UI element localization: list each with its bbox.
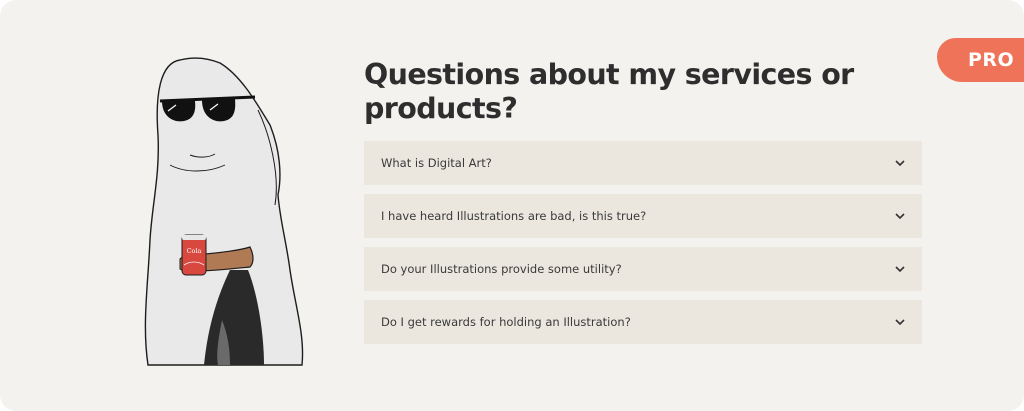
chevron-down-icon[interactable] — [894, 263, 906, 275]
faq-list: What is Digital Art? I have heard Illust… — [364, 141, 922, 353]
faq-item-digital-art[interactable]: What is Digital Art? — [364, 141, 922, 185]
faq-item-illustrations-utility[interactable]: Do your Illustrations provide some utili… — [364, 247, 922, 291]
faq-item-illustrations-bad[interactable]: I have heard Illustrations are bad, is t… — [364, 194, 922, 238]
chevron-down-icon[interactable] — [894, 210, 906, 222]
chevron-down-icon[interactable] — [894, 157, 906, 169]
faq-question: Do I get rewards for holding an Illustra… — [381, 315, 631, 329]
faq-question: I have heard Illustrations are bad, is t… — [381, 209, 647, 223]
faq-question: What is Digital Art? — [381, 156, 492, 170]
pro-badge[interactable]: PRO — [937, 38, 1024, 82]
faq-item-rewards[interactable]: Do I get rewards for holding an Illustra… — [364, 300, 922, 344]
ghost-illustration: Cola — [144, 57, 304, 366]
faq-question: Do your Illustrations provide some utili… — [381, 262, 622, 276]
can-label: Cola — [187, 247, 202, 255]
chevron-down-icon[interactable] — [894, 316, 906, 328]
page-title: Questions about my services or products? — [364, 58, 854, 125]
faq-section-card: PRO Cola Questions about my services or … — [0, 0, 1024, 411]
